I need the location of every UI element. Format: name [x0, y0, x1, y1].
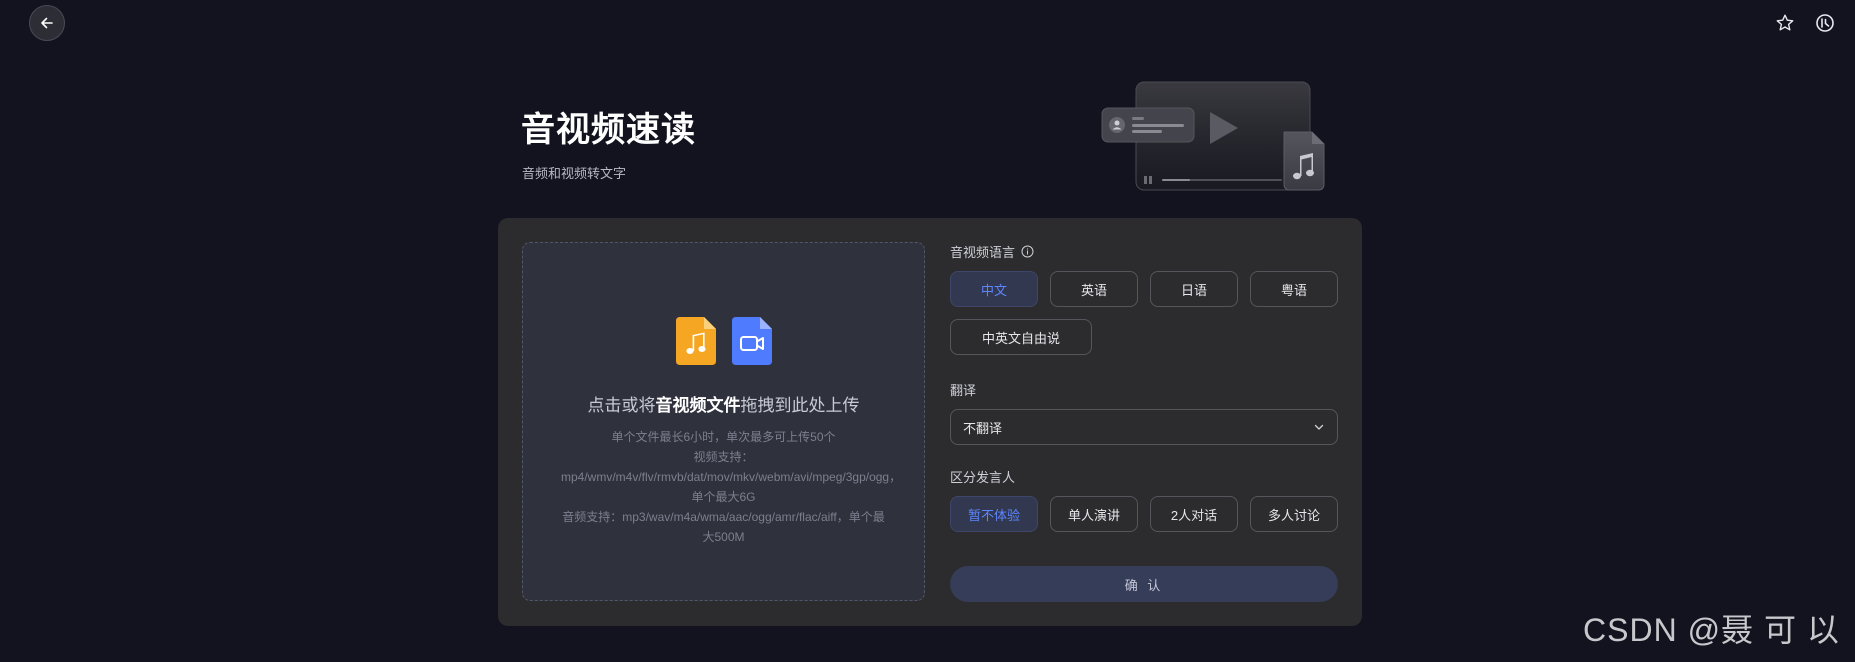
page-title: 音视频速读 [521, 111, 696, 149]
translate-select-value: 不翻译 [963, 420, 1003, 436]
language-label: 音视频语言 [950, 244, 1016, 260]
audio-formats-text: 音频支持：mp3/wav/m4a/wma/aac/ogg/amr/flac/ai… [562, 510, 885, 544]
translate-label: 翻译 [950, 382, 977, 398]
history-button[interactable] [1813, 11, 1837, 35]
language-option-japanese[interactable]: 日语 [1150, 271, 1238, 307]
star-icon [1776, 14, 1794, 31]
dropzone-prompt-start: 点击或将 [587, 396, 656, 415]
language-option-english[interactable]: 英语 [1050, 271, 1138, 307]
confirm-button[interactable]: 确 认 [950, 566, 1338, 602]
video-formats-text: 视频支持：mp4/wmv/m4v/flv/rmvb/dat/mov/mkv/we… [561, 450, 902, 504]
back-button[interactable] [29, 5, 65, 41]
dropzone-prompt-end: 拖拽到此处上传 [740, 396, 860, 415]
file-dropzone[interactable]: 点击或将音视频文件拖拽到此处上传 单个文件最长6小时，单次最多可上传50个 视频… [522, 242, 925, 601]
hero-illustration [1101, 81, 1325, 191]
speaker-option-single[interactable]: 单人演讲 [1050, 496, 1138, 532]
dropzone-prompt-highlight: 音视频文件 [655, 396, 741, 415]
history-icon [1816, 14, 1834, 32]
settings-panel: 音视频语言 中文 英语 日语 粤语 中英文自由说 翻译 不翻译 区分发言人 暂不… [950, 242, 1338, 532]
chevron-down-icon [1314, 424, 1324, 430]
language-option-mixed[interactable]: 中英文自由说 [950, 319, 1092, 355]
speaker-option-two[interactable]: 2人对话 [1150, 496, 1238, 532]
page: 音视频速读 音频和视频转文字 点击或将音视频文件拖拽到此处上传 单个文件最长6小… [0, 0, 1855, 662]
watermark: CSDN @聂 可 以 [1583, 612, 1840, 648]
language-label-row: 音视频语言 [950, 242, 1338, 260]
upload-limits-text: 单个文件最长6小时，单次最多可上传50个 [611, 430, 836, 444]
favorite-button[interactable] [1773, 11, 1797, 35]
speaker-option-multi[interactable]: 多人讨论 [1250, 496, 1338, 532]
speaker-option-none[interactable]: 暂不体验 [950, 496, 1038, 532]
upload-card: 点击或将音视频文件拖拽到此处上传 单个文件最长6小时，单次最多可上传50个 视频… [498, 218, 1362, 626]
dropzone-prompt: 点击或将音视频文件拖拽到此处上传 [523, 391, 924, 416]
translate-select[interactable]: 不翻译 [950, 409, 1338, 445]
arrow-left-icon [41, 17, 53, 29]
language-option-cantonese[interactable]: 粤语 [1250, 271, 1338, 307]
speaker-options: 暂不体验 单人演讲 2人对话 多人讨论 [950, 496, 1338, 532]
dropzone-info: 单个文件最长6小时，单次最多可上传50个 视频支持：mp4/wmv/m4v/fl… [561, 427, 902, 547]
speaker-label: 区分发言人 [950, 469, 1016, 485]
audio-file-icon [675, 317, 716, 365]
language-option-chinese[interactable]: 中文 [950, 271, 1038, 307]
video-file-icon [731, 317, 772, 365]
language-options: 中文 英语 日语 粤语 中英文自由说 [950, 271, 1338, 355]
page-subtitle: 音频和视频转文字 [522, 166, 627, 181]
info-icon[interactable] [1021, 245, 1034, 258]
